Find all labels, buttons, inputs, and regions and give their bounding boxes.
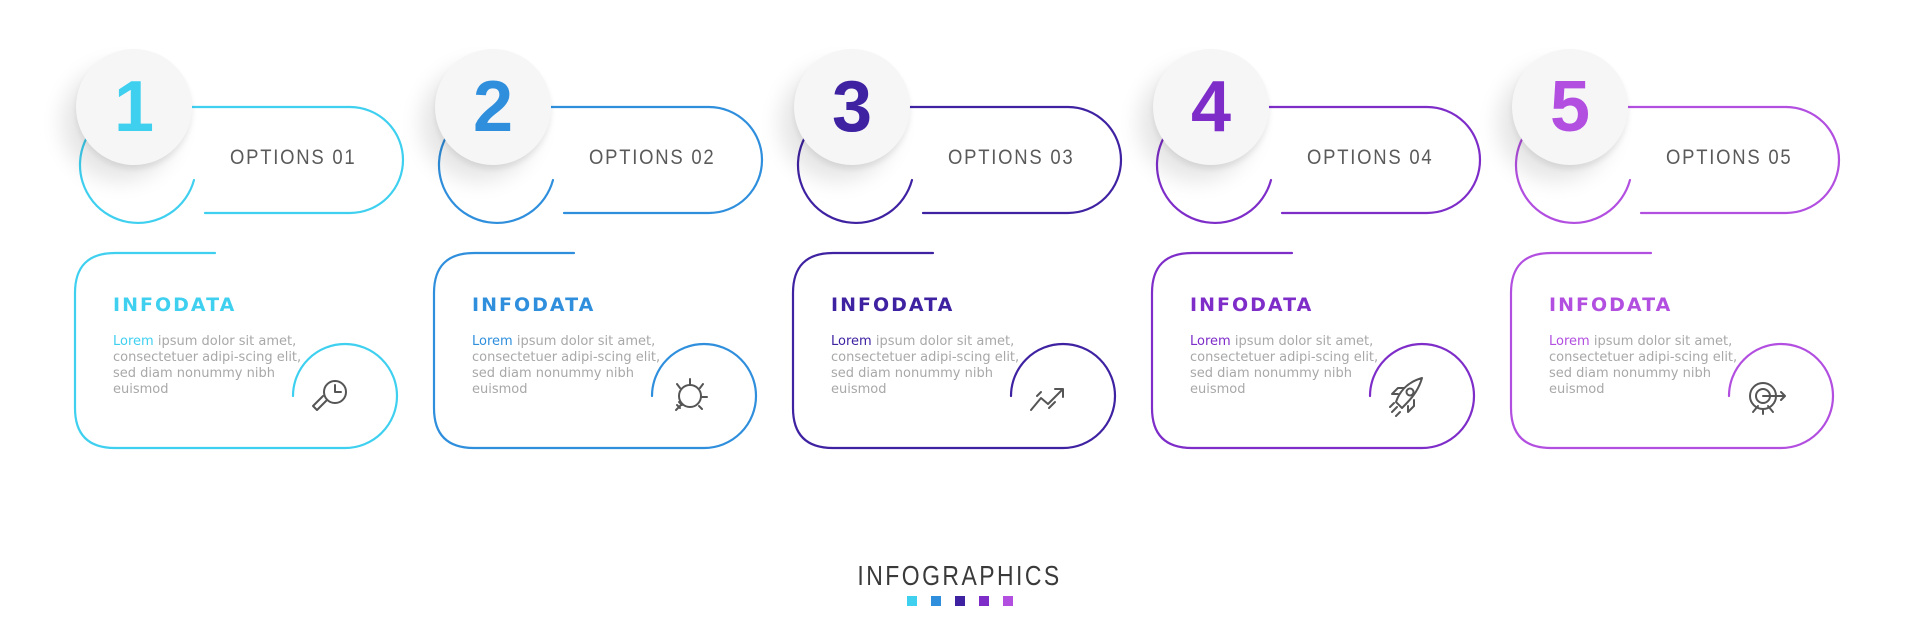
info-text-lead: Lorem	[1549, 334, 1590, 349]
info-text: Lorem ipsum dolor sit amet, consectetuer…	[472, 334, 662, 398]
info-text-lead: Lorem	[472, 334, 513, 349]
step-card-3: 3 OPTIONS 03 INFODATA Lorem ipsum dolor …	[791, 0, 1133, 470]
color-swatch-5	[1003, 596, 1013, 606]
step-number: 2	[472, 67, 514, 147]
option-title: OPTIONS 01	[230, 146, 357, 169]
info-text: Lorem ipsum dolor sit amet, consectetuer…	[1549, 334, 1739, 398]
step-number-badge: 2	[435, 49, 551, 165]
option-title: OPTIONS 03	[948, 146, 1075, 169]
step-number: 4	[1190, 67, 1232, 147]
option-title: OPTIONS 02	[589, 146, 716, 169]
footer-title-text: INFOGRAPHICS	[857, 560, 1063, 591]
color-swatches	[0, 596, 1920, 606]
step-card-2: 2 OPTIONS 02 INFODATA Lorem ipsum dolor …	[432, 0, 774, 470]
footer-title: INFOGRAPHICS	[0, 560, 1920, 592]
option-title: OPTIONS 04	[1307, 146, 1434, 169]
color-swatch-4	[979, 596, 989, 606]
info-title: INFODATA	[472, 294, 596, 316]
info-text: Lorem ipsum dolor sit amet, consectetuer…	[831, 334, 1021, 398]
step-card-5: 5 OPTIONS 05 INFODATA Lorem ipsum dolor …	[1509, 0, 1851, 470]
step-number-badge: 4	[1153, 49, 1269, 165]
color-swatch-3	[955, 596, 965, 606]
info-text-lead: Lorem	[1190, 334, 1231, 349]
info-title: INFODATA	[1549, 294, 1673, 316]
rocket-icon	[1389, 377, 1423, 417]
color-swatch-2	[931, 596, 941, 606]
info-text-lead: Lorem	[831, 334, 872, 349]
magnifier-clock-icon	[312, 380, 347, 411]
step-card-4: 4 OPTIONS 04 INFODATA Lorem ipsum dolor …	[1150, 0, 1492, 470]
step-number: 3	[831, 67, 873, 147]
info-title: INFODATA	[113, 294, 237, 316]
info-title: INFODATA	[831, 294, 955, 316]
info-text: Lorem ipsum dolor sit amet, consectetuer…	[113, 334, 303, 398]
step-number-badge: 5	[1512, 49, 1628, 165]
info-text-lead: Lorem	[113, 334, 154, 349]
step-number: 1	[113, 67, 155, 147]
step-number-badge: 1	[76, 49, 192, 165]
step-card-1: 1 OPTIONS 01 INFODATA Lorem ipsum dolor …	[73, 0, 415, 470]
step-number: 5	[1549, 67, 1591, 147]
step-number-badge: 3	[794, 49, 910, 165]
color-swatch-1	[907, 596, 917, 606]
target-icon	[1749, 382, 1786, 415]
info-title: INFODATA	[1190, 294, 1314, 316]
lightbulb-icon	[675, 378, 708, 411]
option-title: OPTIONS 05	[1666, 146, 1793, 169]
growth-chart-icon	[1030, 388, 1064, 411]
info-text: Lorem ipsum dolor sit amet, consectetuer…	[1190, 334, 1380, 398]
